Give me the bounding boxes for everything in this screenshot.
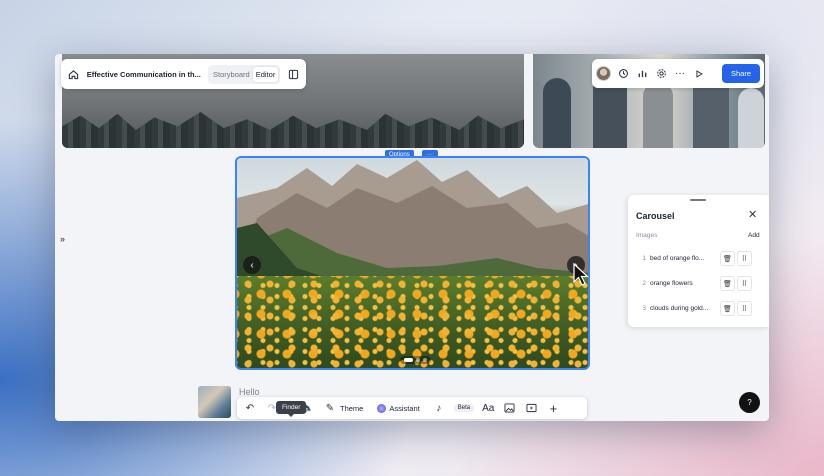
right-toolbar: ··· Share: [592, 59, 764, 88]
carousel-slide-image: [237, 158, 588, 368]
document-title[interactable]: Effective Communication in th...: [87, 70, 202, 79]
drag-handle-icon[interactable]: ⠿: [737, 301, 752, 316]
panel-drag-handle[interactable]: [690, 199, 706, 201]
video-icon[interactable]: [524, 401, 538, 415]
music-icon[interactable]: ♪: [432, 401, 446, 415]
list-item[interactable]: 2 orange flowers 🗑 ⠿: [636, 274, 762, 293]
assistant-button[interactable]: Assistant: [377, 403, 420, 413]
panel-title: Carousel: [636, 211, 675, 221]
avatar[interactable]: [596, 66, 611, 81]
history-icon[interactable]: [616, 67, 630, 81]
mouse-cursor-icon: [573, 263, 589, 286]
play-icon[interactable]: [692, 67, 706, 81]
undo-icon[interactable]: ↶: [243, 401, 257, 415]
app-window: Effective Communication in th... Storybo…: [55, 54, 769, 421]
tab-editor[interactable]: Editor: [252, 66, 279, 82]
carousel-settings-panel: Carousel ✕ Images Add 1 bed of orange fl…: [628, 195, 769, 327]
item-number: 2: [642, 280, 646, 287]
view-mode-switch: Storyboard Editor: [208, 64, 281, 84]
carousel-pagination: [400, 356, 431, 364]
list-item[interactable]: 1 bed of orange flo... 🗑 ⠿: [636, 249, 762, 268]
slide-thumbnail[interactable]: [198, 386, 231, 418]
pagination-dot[interactable]: [423, 358, 427, 362]
person-figure: [643, 82, 673, 148]
hello-text[interactable]: Hello: [239, 387, 260, 397]
trash-icon[interactable]: 🗑: [720, 276, 735, 291]
tab-storyboard[interactable]: Storyboard: [210, 67, 253, 82]
assistant-label: Assistant: [389, 403, 420, 413]
list-item[interactable]: 3 clouds during gold... 🗑 ⠿: [636, 299, 762, 318]
theme-button[interactable]: ✎ Theme: [323, 401, 364, 415]
add-icon[interactable]: +: [546, 401, 560, 416]
image-icon[interactable]: [502, 401, 516, 415]
chart-icon[interactable]: [635, 67, 649, 81]
forest-silhouette: [62, 112, 524, 148]
add-image-button[interactable]: Add: [748, 232, 760, 239]
help-button[interactable]: ?: [739, 392, 760, 413]
pagination-dot-active[interactable]: [404, 358, 413, 362]
expand-left-panel-icon[interactable]: »: [60, 234, 65, 244]
carousel-block[interactable]: ‹ ›: [235, 156, 590, 370]
theme-label: Theme: [340, 403, 364, 413]
item-number: 1: [642, 255, 646, 262]
trash-icon[interactable]: 🗑: [720, 301, 735, 316]
drag-handle-icon[interactable]: ⠿: [737, 251, 752, 266]
assistant-icon: [377, 403, 387, 413]
finder-tooltip: Finder: [276, 401, 307, 417]
item-label[interactable]: orange flowers: [650, 280, 718, 287]
person-figure: [738, 88, 764, 148]
carousel-prev-button[interactable]: ‹: [243, 256, 261, 274]
pagination-dot[interactable]: [416, 358, 420, 362]
person-figure: [543, 78, 571, 148]
images-section-label: Images: [636, 232, 658, 239]
font-button[interactable]: Aa: [482, 403, 494, 414]
beta-badge: Beta: [453, 404, 475, 412]
item-label[interactable]: bed of orange flo...: [650, 255, 718, 262]
flower-field: [237, 276, 588, 368]
trash-icon[interactable]: 🗑: [720, 251, 735, 266]
sidebar-toggle-icon[interactable]: [286, 67, 300, 81]
drag-handle-icon[interactable]: ⠿: [737, 276, 752, 291]
close-icon[interactable]: ✕: [748, 208, 757, 221]
item-label[interactable]: clouds during gold...: [650, 305, 718, 312]
item-number: 3: [642, 305, 646, 312]
editor-topbar: Effective Communication in th... Storybo…: [61, 59, 306, 89]
share-button[interactable]: Share: [721, 64, 760, 83]
home-icon[interactable]: [67, 67, 81, 81]
brush-icon: ✎: [325, 402, 335, 414]
more-icon[interactable]: ···: [673, 67, 687, 81]
gear-icon[interactable]: [654, 67, 668, 81]
